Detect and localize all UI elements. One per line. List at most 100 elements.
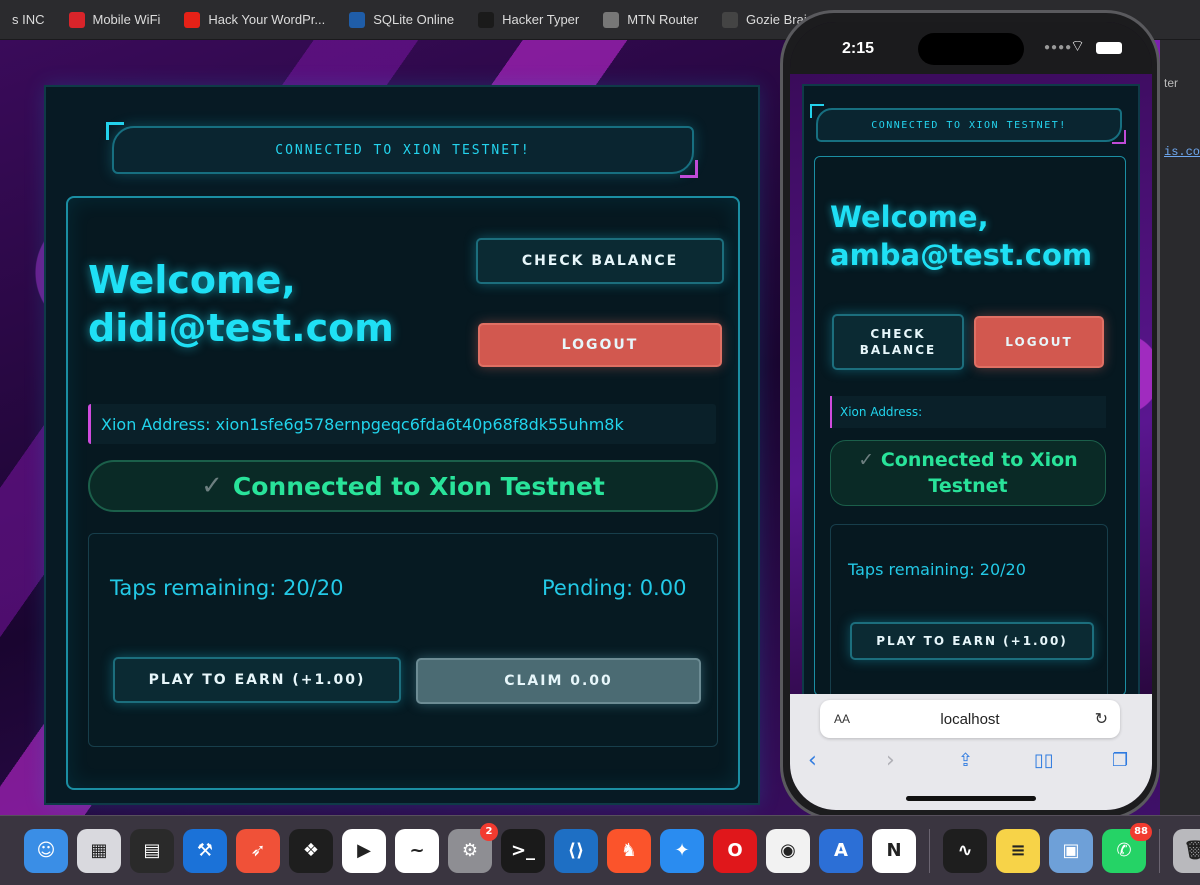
- connection-status-text: Connected to Xion Testnet: [232, 471, 605, 501]
- app-glyph: ♞: [620, 840, 638, 861]
- bookmark-item[interactable]: MTN Router: [591, 11, 710, 28]
- bookmark-item[interactable]: Hacker Typer: [466, 11, 591, 28]
- signal-icon: ●●●●: [1044, 42, 1073, 53]
- bookmark-item[interactable]: SQLite Online: [337, 11, 466, 28]
- mobile-play-to-earn-button[interactable]: PLAY TO EARN (+1.00): [850, 622, 1094, 660]
- terminal-icon[interactable]: >_: [501, 828, 545, 873]
- finder-icon[interactable]: ☺: [24, 828, 68, 873]
- mobile-taps-remaining: Taps remaining: 20/20: [848, 560, 1026, 579]
- app-glyph: ▦: [90, 840, 108, 861]
- tabs-icon[interactable]: ❐: [1112, 750, 1128, 771]
- status-bar: 2:15 ●●●● ⌔: [790, 22, 1152, 74]
- app-glyph: >_: [510, 840, 536, 861]
- app-glyph: ❖: [302, 840, 320, 861]
- mobile-check-icon: ✓: [858, 449, 875, 471]
- web-content: CONNECTED TO XION TESTNET! Welcome, amba…: [790, 74, 1152, 704]
- status-time: 2:15: [842, 40, 875, 57]
- freeform-icon[interactable]: ~: [395, 828, 439, 873]
- bookmark-label: Hack Your WordPr...: [208, 12, 326, 27]
- app-glyph: ➶: [250, 840, 266, 861]
- check-balance-button[interactable]: CHECK BALANCE: [476, 238, 724, 284]
- bookmark-favicon-icon: [478, 11, 495, 28]
- forward-icon[interactable]: ›: [886, 748, 895, 773]
- claim-button[interactable]: CLAIM 0.00: [416, 658, 701, 704]
- app-glyph: ▣: [1062, 840, 1080, 861]
- bookmark-item[interactable]: Hack Your WordPr...: [172, 11, 337, 28]
- system-settings-icon[interactable]: ⚙ 2: [448, 822, 498, 873]
- mobile-connection-line2: Testnet: [928, 475, 1008, 497]
- banner-corner-bottom-right: [680, 160, 698, 178]
- address-bar[interactable]: AA localhost ↻: [820, 700, 1120, 738]
- reader-text-size-button[interactable]: AA: [834, 712, 850, 726]
- mobile-logout-button[interactable]: LOGOUT: [974, 316, 1104, 368]
- dock-separator: [1159, 828, 1160, 873]
- app-glyph: ▶: [357, 840, 371, 861]
- app-glyph: ▤: [143, 840, 161, 861]
- home-indicator: [906, 796, 1036, 801]
- devtools-panel: ter is.co: [1160, 40, 1200, 815]
- app-glyph: ≡: [1010, 840, 1026, 861]
- infuse-icon[interactable]: ▶: [342, 828, 386, 873]
- xcode-icon[interactable]: ⚒: [183, 828, 227, 873]
- brave-icon[interactable]: ♞: [607, 828, 651, 873]
- check-icon: ✓: [201, 471, 223, 501]
- mobile-xion-address: Xion Address:: [830, 396, 1106, 428]
- notes-icon[interactable]: ≡: [996, 828, 1040, 873]
- game-panel: [88, 533, 718, 747]
- share-icon[interactable]: ⇪: [958, 750, 973, 771]
- reload-icon[interactable]: ↻: [1095, 709, 1108, 729]
- safari-toolbar: AA localhost ↻ ‹ › ⇪ ▯▯ ❐: [790, 694, 1152, 810]
- mission-control-icon[interactable]: ▤: [130, 828, 174, 873]
- mobile-game-panel: [830, 524, 1108, 704]
- devtools-fragment-a: ter: [1164, 76, 1179, 90]
- vscode-icon[interactable]: ⟨⟩: [554, 828, 598, 873]
- connection-banner: CONNECTED TO XION TESTNET!: [112, 126, 694, 174]
- swift-icon[interactable]: ➶: [236, 828, 280, 873]
- url-text: localhost: [940, 710, 1000, 728]
- bookmark-item[interactable]: s INC: [0, 12, 57, 27]
- figma-icon[interactable]: ❖: [289, 828, 333, 873]
- opera-icon[interactable]: O: [713, 828, 757, 873]
- bookmark-favicon-icon: [349, 11, 366, 28]
- app-glyph: ∿: [957, 840, 973, 861]
- whatsapp-icon[interactable]: ✆ 88: [1102, 822, 1152, 873]
- banner-corner-top-left: [106, 122, 124, 140]
- app-glyph: O: [727, 840, 743, 861]
- bookmark-item[interactable]: Mobile WiFi: [57, 11, 173, 28]
- trash-icon[interactable]: 🗑: [1173, 828, 1200, 873]
- launchpad-icon[interactable]: ▦: [77, 828, 121, 873]
- app-glyph: ◉: [780, 840, 796, 861]
- mobile-welcome-heading: Welcome, amba@test.com: [830, 198, 1092, 274]
- welcome-heading: Welcome, didi@test.com: [88, 256, 394, 352]
- logout-button[interactable]: LOGOUT: [478, 323, 722, 367]
- bookmark-label: Hacker Typer: [502, 12, 580, 27]
- app-glyph: ⚙: [461, 840, 479, 861]
- chrome-icon[interactable]: ◉: [766, 828, 810, 873]
- app-glyph: ☺: [36, 840, 56, 861]
- mobile-connection-status: ✓ Connected to Xion Testnet: [830, 440, 1106, 506]
- notion-icon[interactable]: N: [872, 828, 916, 873]
- app-glyph: 🗑: [1183, 840, 1200, 861]
- mobile-connection-line1: Connected to Xion: [880, 449, 1078, 471]
- notification-badge: 88: [1130, 822, 1152, 841]
- mobile-user-email: amba@test.com: [830, 238, 1093, 272]
- bookmark-favicon-icon: [68, 11, 85, 28]
- xion-address: Xion Address: xion1sfe6g578ernpgeqc6fda6…: [88, 404, 716, 444]
- mobile-check-balance-button[interactable]: CHECK BALANCE: [832, 314, 964, 370]
- activity-monitor-icon[interactable]: ∿: [943, 828, 987, 873]
- mobile-connection-banner: CONNECTED TO XION TESTNET!: [816, 108, 1122, 142]
- bookmark-favicon-icon: [603, 11, 620, 28]
- preview-icon[interactable]: ▣: [1049, 828, 1093, 873]
- safari-icon[interactable]: ✦: [660, 828, 704, 873]
- mobile-check-balance-line1: CHECK: [870, 327, 926, 341]
- wifi-icon: ⌔: [1070, 38, 1086, 55]
- bookmarks-icon[interactable]: ▯▯: [1034, 750, 1054, 771]
- bookmark-label: MTN Router: [627, 12, 699, 27]
- back-icon[interactable]: ‹: [808, 748, 817, 773]
- play-to-earn-button[interactable]: PLAY TO EARN (+1.00): [113, 657, 401, 703]
- dock-separator: [929, 828, 930, 873]
- mobile-banner-corner-bottom-right: [1112, 130, 1126, 144]
- iphone-screen: 2:15 ●●●● ⌔ CONNECTED TO XION TESTNET! W…: [790, 22, 1152, 810]
- simulator-icon[interactable]: A: [819, 828, 863, 873]
- app-glyph: ✦: [674, 840, 690, 861]
